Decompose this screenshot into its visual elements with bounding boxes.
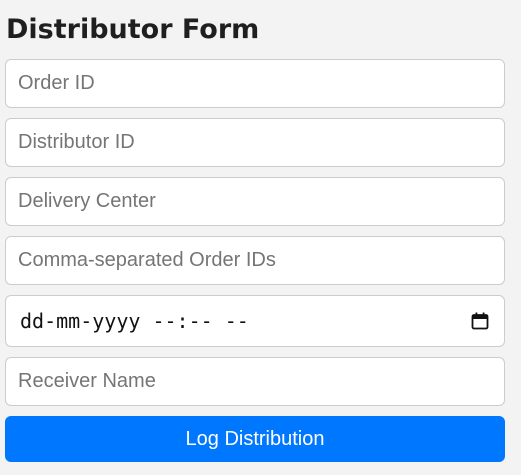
calendar-icon[interactable]: [470, 311, 490, 331]
receiver-name-input[interactable]: [5, 357, 505, 406]
order-ids-input[interactable]: [5, 236, 505, 285]
log-distribution-button[interactable]: Log Distribution: [5, 416, 505, 462]
distributor-id-input[interactable]: [5, 118, 505, 167]
delivery-datetime-input[interactable]: dd-mm-yyyy --:-- --: [5, 295, 505, 347]
distributor-form: dd-mm-yyyy --:-- -- Log Distribution: [5, 59, 505, 462]
order-id-input[interactable]: [5, 59, 505, 108]
delivery-center-input[interactable]: [5, 177, 505, 226]
datetime-placeholder-text: dd-mm-yyyy --:-- --: [20, 309, 249, 333]
page-title: Distributor Form: [6, 14, 260, 45]
